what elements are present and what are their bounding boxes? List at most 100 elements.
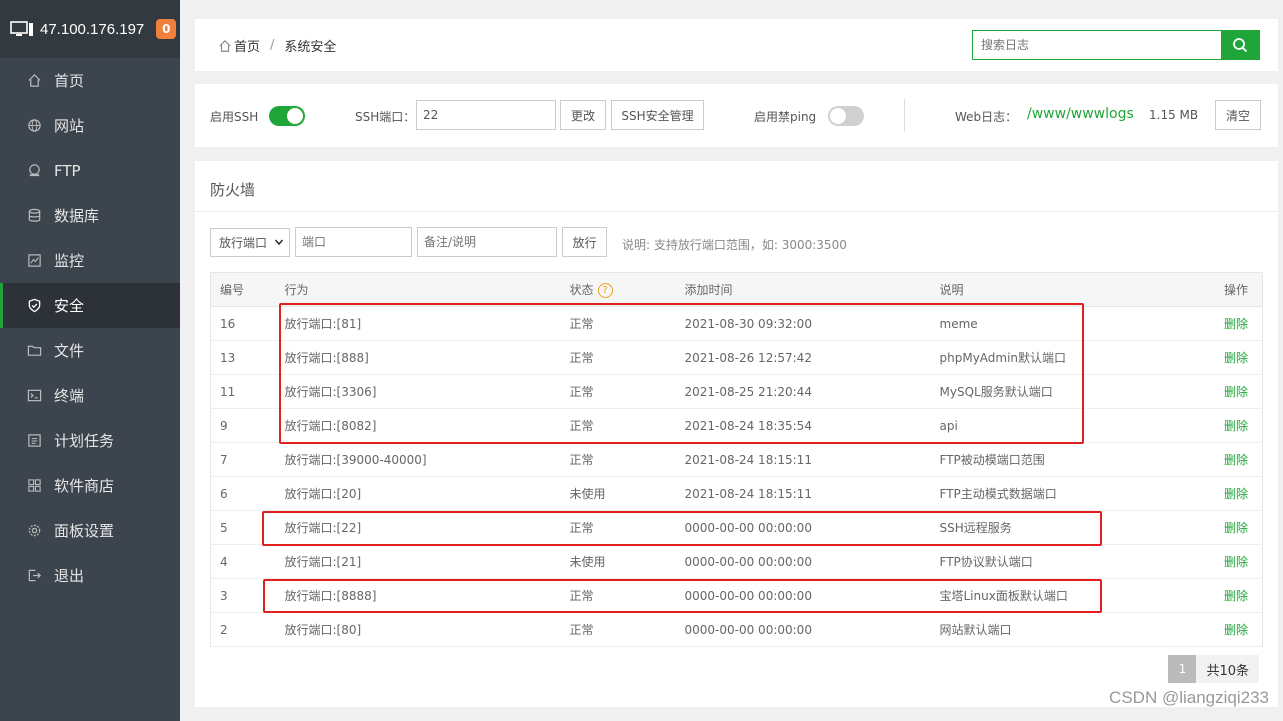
delete-link[interactable]: 删除 (1224, 317, 1248, 331)
table-row: 11 放行端口:[3306] 正常 2021-08-25 21:20:44 MySQL服… (210, 374, 1263, 409)
table-row: 5 放行端口:[22] 正常 0000-00-00 00:00:00 SSH远程服务 删除 (210, 510, 1263, 545)
row-action: 放行端口:[888] (284, 340, 570, 375)
row-status: 正常 (569, 408, 685, 443)
row-id: 16 (210, 306, 285, 341)
table-row: 6 放行端口:[20] 未使用 2021-08-24 18:15:11 FTP主动模式数… (210, 476, 1263, 511)
clear-log-button[interactable]: 清空 (1215, 100, 1261, 130)
delete-link[interactable]: 删除 (1224, 521, 1248, 535)
sidebar-item-monitor[interactable]: 监控 (0, 238, 180, 283)
allow-button[interactable]: 放行 (562, 227, 607, 257)
row-status: 未使用 (569, 476, 685, 511)
table-body: 16 放行端口:[81] 正常 2021-08-30 09:32:00 meme 删除 13… (210, 306, 1263, 647)
firewall-title: 防火墙 (210, 181, 256, 199)
row-note: FTP被动模端口范围 (939, 442, 1203, 477)
sidebar-item-home[interactable]: 首页 (0, 58, 180, 103)
sidebar-item-label: 监控 (54, 252, 85, 270)
row-note: FTP协议默认端口 (939, 544, 1203, 579)
delete-link[interactable]: 删除 (1224, 453, 1248, 467)
sidebar-item-website[interactable]: 网站 (0, 103, 180, 148)
row-action: 放行端口:[39000-40000] (284, 442, 570, 477)
row-time: 0000-00-00 00:00:00 (684, 612, 940, 647)
row-op-cell: 删除 (1202, 476, 1263, 511)
ping-label: 启用禁ping (754, 110, 817, 124)
ssh-toggle[interactable] (269, 106, 305, 126)
col-id: 编号 (210, 272, 285, 307)
ping-toggle[interactable] (828, 106, 864, 126)
row-status: 正常 (569, 340, 685, 375)
weblog-path-link[interactable]: /www/wwwlogs (1027, 106, 1134, 122)
sidebar: 47.100.176.197 0 首页 网站 FTP 数据库 监控 安全 文件 … (0, 0, 180, 721)
port-input[interactable] (295, 227, 412, 257)
rule-type-select[interactable]: 放行端口 (210, 228, 290, 257)
delete-link[interactable]: 删除 (1224, 555, 1248, 569)
sidebar-item-ftp[interactable]: FTP (0, 148, 180, 193)
row-op-cell: 删除 (1202, 442, 1263, 477)
sidebar-item-label: 退出 (54, 567, 85, 585)
row-status: 正常 (569, 306, 685, 341)
row-note: api (939, 408, 1203, 443)
sidebar-item-store[interactable]: 软件商店 (0, 463, 180, 508)
table-header: 编号 行为 状态? 添加时间 说明 操作 (210, 272, 1263, 307)
col-op: 操作 (1202, 272, 1263, 307)
row-status: 未使用 (569, 544, 685, 579)
sidebar-item-database[interactable]: 数据库 (0, 193, 180, 238)
ssh-enable-label: 启用SSH (210, 110, 259, 124)
row-id: 13 (210, 340, 285, 375)
row-time: 0000-00-00 00:00:00 (684, 510, 940, 545)
log-search (972, 30, 1260, 60)
sidebar-item-label: 文件 (54, 342, 85, 360)
monitor-icon (10, 21, 33, 36)
breadcrumb-home[interactable]: 首页 (234, 36, 260, 55)
row-time: 2021-08-24 18:15:11 (684, 442, 940, 477)
row-time: 2021-08-25 21:20:44 (684, 374, 940, 409)
row-note: MySQL服务默认端口 (939, 374, 1203, 409)
row-time: 2021-08-26 12:57:42 (684, 340, 940, 375)
sidebar-item-terminal[interactable]: 终端 (0, 373, 180, 418)
chevron-down-icon (274, 239, 284, 246)
sidebar-item-logout[interactable]: 退出 (0, 553, 180, 598)
row-op-cell: 删除 (1202, 306, 1263, 341)
server-ip: 47.100.176.197 (40, 20, 145, 38)
breadcrumb: 首页 / 系统安全 (218, 36, 336, 55)
row-id: 2 (210, 612, 285, 647)
sidebar-item-security[interactable]: 安全 (0, 283, 180, 328)
globe-icon (26, 118, 42, 134)
clock-icon (26, 433, 42, 449)
row-time: 2021-08-24 18:35:54 (684, 408, 940, 443)
col-time: 添加时间 (684, 272, 940, 307)
total-count: 共10条 (1196, 655, 1259, 683)
col-status: 状态? (569, 272, 685, 307)
search-button[interactable] (1221, 31, 1259, 59)
sidebar-nav: 首页 网站 FTP 数据库 监控 安全 文件 终端 计划任务 软件商店 面板设置… (0, 58, 180, 598)
delete-link[interactable]: 删除 (1224, 589, 1248, 603)
remark-input[interactable] (417, 227, 557, 257)
change-port-button[interactable]: 更改 (560, 100, 606, 130)
sidebar-item-settings[interactable]: 面板设置 (0, 508, 180, 553)
row-op-cell: 删除 (1202, 340, 1263, 375)
delete-link[interactable]: 删除 (1224, 623, 1248, 637)
row-id: 11 (210, 374, 285, 409)
sidebar-item-files[interactable]: 文件 (0, 328, 180, 373)
ssh-port-input[interactable] (416, 100, 556, 130)
delete-link[interactable]: 删除 (1224, 351, 1248, 365)
sidebar-item-cron[interactable]: 计划任务 (0, 418, 180, 463)
logout-icon (26, 568, 42, 584)
row-id: 5 (210, 510, 285, 545)
col-status-label: 状态 (569, 283, 594, 297)
help-icon[interactable]: ? (597, 283, 613, 298)
row-time: 2021-08-30 09:32:00 (684, 306, 940, 341)
delete-link[interactable]: 删除 (1224, 419, 1248, 433)
notice-badge[interactable]: 0 (156, 19, 177, 39)
delete-link[interactable]: 删除 (1224, 385, 1248, 399)
ssh-manage-button[interactable]: SSH安全管理 (611, 100, 704, 130)
search-input[interactable] (973, 31, 1221, 59)
sidebar-item-label: 计划任务 (54, 432, 115, 450)
col-note: 说明 (939, 272, 1203, 307)
page-button[interactable]: 1 (1168, 655, 1197, 683)
delete-link[interactable]: 删除 (1224, 487, 1248, 501)
sidebar-item-label: 首页 (54, 72, 85, 90)
sidebar-item-label: 数据库 (54, 207, 100, 225)
toggle-knob (287, 108, 303, 124)
shield-icon (26, 298, 42, 314)
divider (904, 99, 905, 132)
